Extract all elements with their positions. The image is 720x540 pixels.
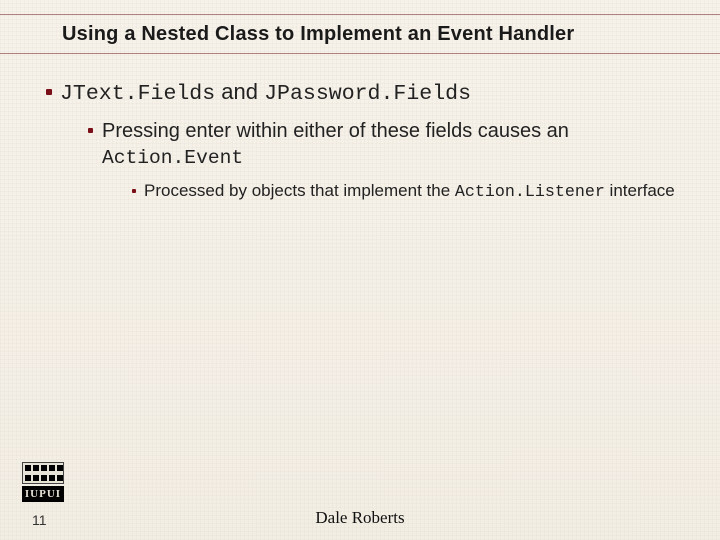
- code-actionlistener: Action.Listener: [455, 183, 605, 202]
- code-actionevent: Action.Event: [102, 147, 243, 169]
- title-band: Using a Nested Class to Implement an Eve…: [0, 14, 720, 54]
- slide-title: Using a Nested Class to Implement an Eve…: [62, 23, 574, 46]
- iupui-logo: IUPUI: [22, 462, 64, 504]
- slide-body: JText.Fields and JPassword.Fields Pressi…: [46, 78, 696, 204]
- footer-author: Dale Roberts: [0, 508, 720, 528]
- text-interface: interface: [605, 181, 675, 200]
- logo-text: IUPUI: [22, 486, 64, 502]
- bullet-level-2: Pressing enter within either of these fi…: [88, 118, 696, 172]
- code-jtextfields: JText.Fields: [60, 82, 215, 106]
- bullet-level-1: JText.Fields and JPassword.Fields: [46, 78, 696, 108]
- bullet-level-3: Processed by objects that implement the …: [132, 180, 696, 204]
- text-and: and: [215, 79, 264, 104]
- text-pressing-enter: Pressing enter within either of these fi…: [102, 120, 569, 142]
- slide: Using a Nested Class to Implement an Eve…: [0, 0, 720, 540]
- logo-windows-icon: [22, 462, 64, 484]
- text-processed-by: Processed by objects that implement the: [144, 181, 455, 200]
- code-jpasswordfields: JPassword.Fields: [264, 82, 471, 106]
